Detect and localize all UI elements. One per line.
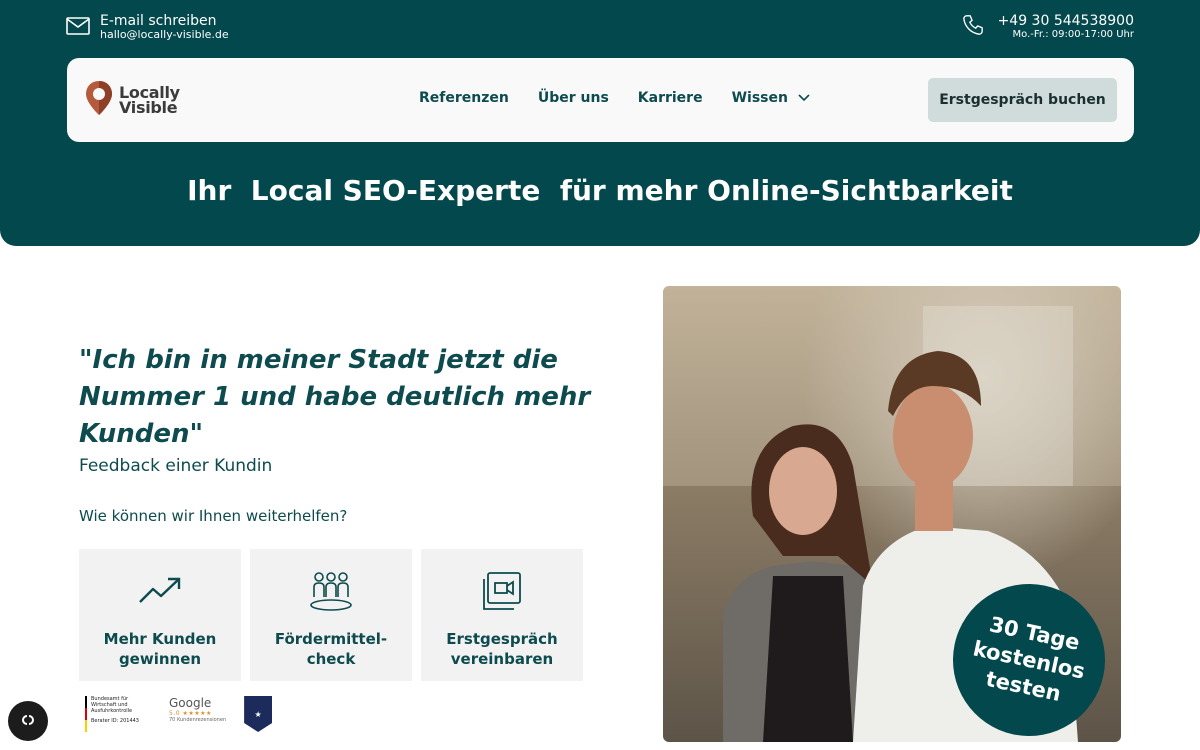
testimonial-source: Feedback einer Kundin [79,456,273,476]
chevron-down-icon [798,90,810,106]
phone-icon [962,14,984,40]
phone-hours: Mo.-Fr.: 09:00-17:00 Uhr [1012,29,1135,41]
video-call-icon [480,567,524,615]
brand-logo[interactable]: Locally Visible [85,80,180,120]
nav-item-karriere[interactable]: Karriere [638,90,703,106]
nav-item-wissen[interactable]: Wissen [732,90,810,106]
email-label: E-mail schreiben [100,13,217,29]
cookie-settings-button[interactable] [8,701,48,741]
tile-label: Fördermittel- check [274,630,388,668]
trust-badges: Bundesamt für Wirtschaft und Ausfuhrkont… [85,696,273,732]
mail-icon [66,16,90,39]
phone-number[interactable]: +49 30 544538900 [998,13,1134,29]
map-pin-logo-icon [85,80,113,120]
tile-label: Erstgespräch vereinbaren [446,630,558,668]
certification-seal-icon: ★ [244,696,273,732]
nav-item-ueber-uns[interactable]: Über uns [538,90,609,106]
book-consultation-button[interactable]: Erstgespräch buchen [928,78,1117,122]
bafa-text: Bundesamt für Wirtschaft und Ausfuhrkont… [91,696,133,714]
nav-links: Referenzen Über uns Karriere Wissen [419,90,810,106]
cookie-consent-icon [17,712,39,731]
help-question: Wie können wir Ihnen weiterhelfen? [79,507,348,525]
email-contact[interactable]: E-mail schreiben hallo@locally-visible.d… [66,13,229,41]
tile-funding-check[interactable]: Fördermittel- check [250,549,412,681]
nav-item-referenzen[interactable]: Referenzen [419,90,509,106]
phone-contact[interactable]: +49 30 544538900 Mo.-Fr.: 09:00-17:00 Uh… [962,13,1135,41]
email-address[interactable]: hallo@locally-visible.de [100,29,229,41]
group-icon [308,567,354,615]
brand-name-line2: Visible [119,98,178,117]
google-rating: 5.0 ★★★★★ [169,710,212,717]
service-tiles: Mehr Kunden gewinnen Fördermittel- check [79,549,583,681]
page-headline: Ihr Local SEO-Experte für mehr Online-Si… [187,174,1013,207]
bafa-badge: Bundesamt für Wirtschaft und Ausfuhrkont… [85,696,151,732]
trend-up-icon [138,567,182,615]
tile-more-customers[interactable]: Mehr Kunden gewinnen [79,549,241,681]
bafa-id: Berater ID: 201443 [91,718,139,724]
google-rating-badge: Google 5.0 ★★★★★ 70 Kundenrezensionen [169,696,226,723]
hero-header: E-mail schreiben hallo@locally-visible.d… [0,0,1200,246]
google-label: Google [169,696,212,710]
tile-book-consultation[interactable]: Erstgespräch vereinbaren [421,549,583,681]
testimonial-quote: "Ich bin in meiner Stadt jetzt die Numme… [79,345,591,449]
tile-label: Mehr Kunden gewinnen [103,630,217,668]
nav-item-wissen-label: Wissen [731,90,788,106]
main-navigation: Locally Visible Referenzen Über uns Karr… [67,58,1134,142]
german-flag-icon [85,696,87,732]
google-review-count: 70 Kundenrezensionen [169,717,227,723]
